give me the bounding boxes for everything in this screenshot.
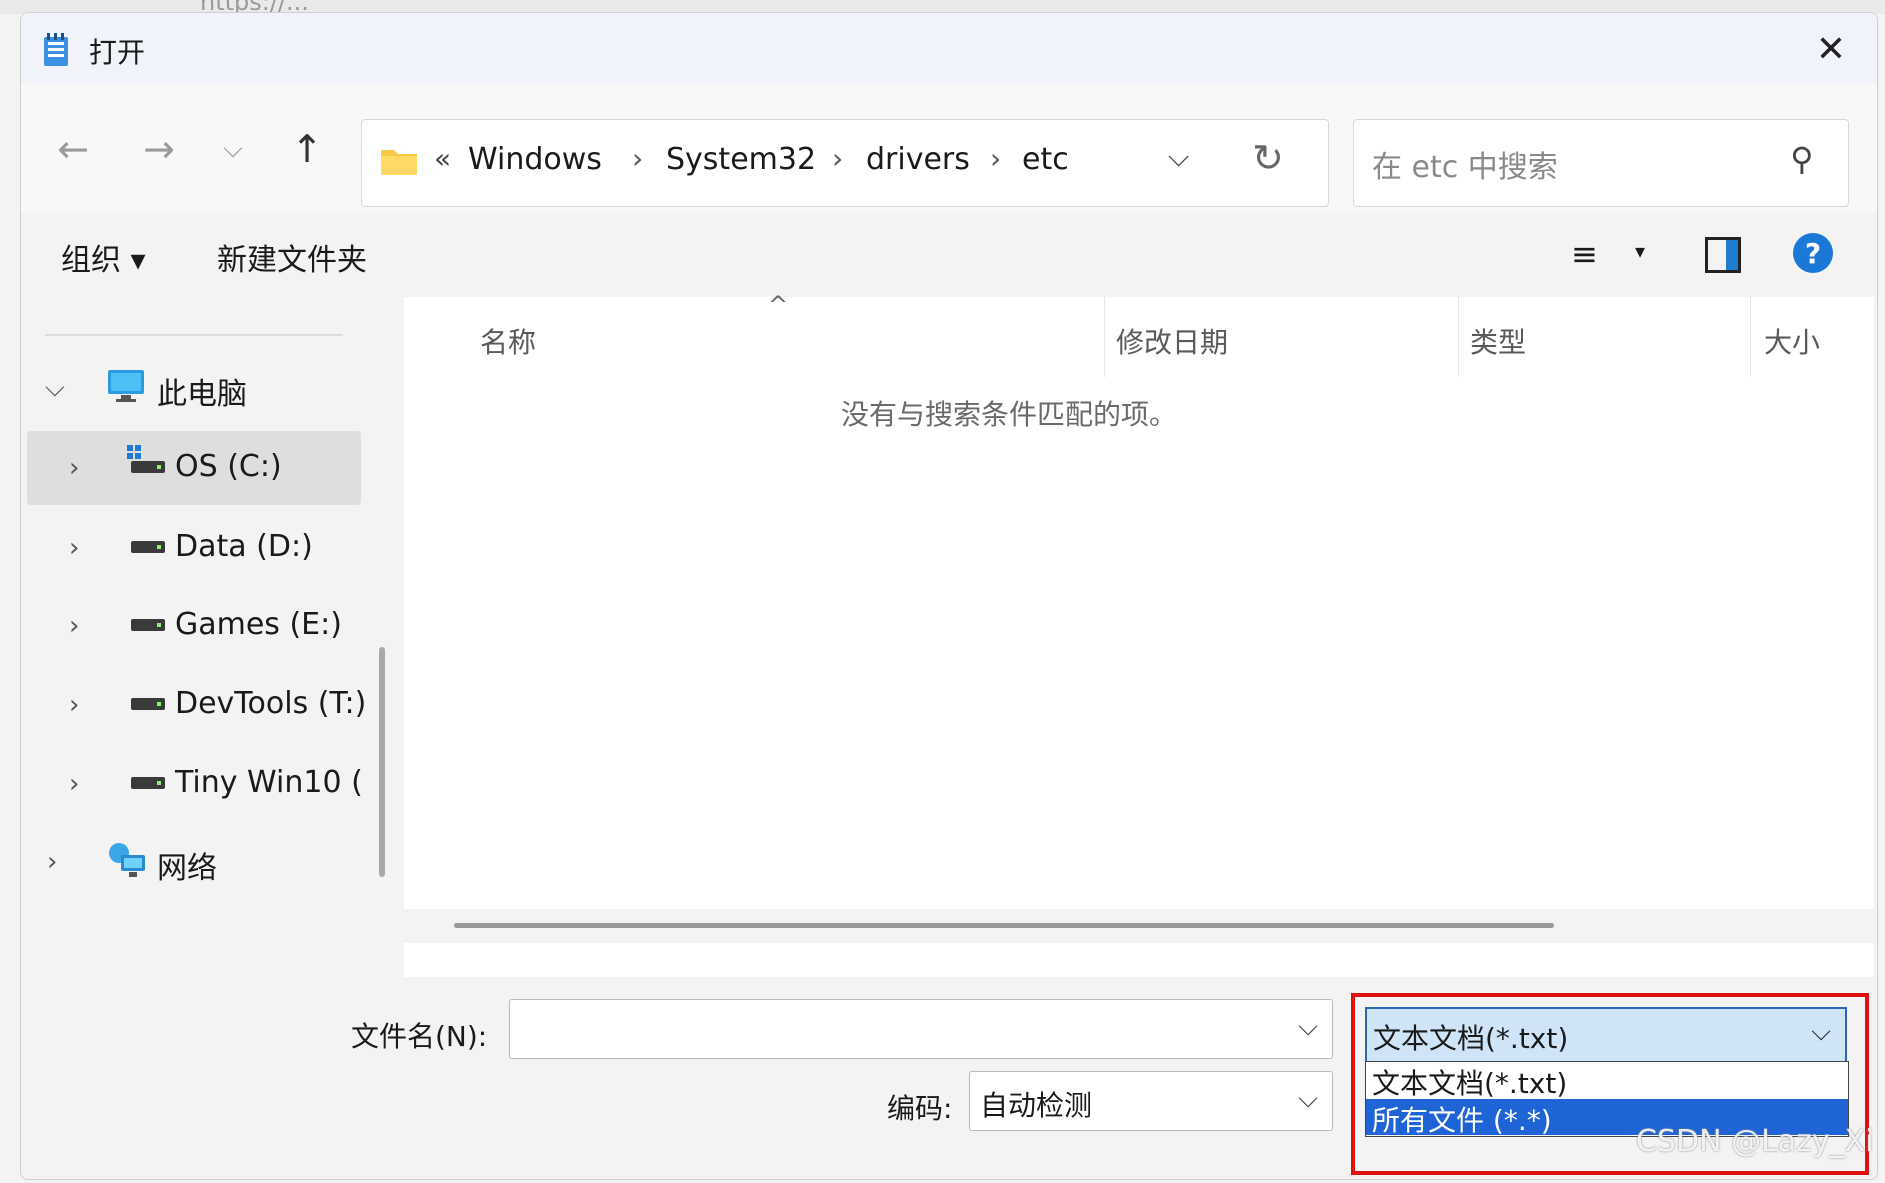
arrow-right-icon: →	[143, 127, 175, 171]
column-divider[interactable]	[1458, 297, 1459, 377]
tree-label-drive: Tiny Win10 (X	[175, 765, 361, 800]
dialog-title: 打开	[89, 36, 146, 69]
chevron-down-icon[interactable]: ⌵	[1298, 1012, 1318, 1043]
filename-label: 文件名(N):	[351, 1020, 488, 1053]
drive-icon	[131, 619, 165, 631]
column-header-name[interactable]: 名称	[480, 321, 536, 361]
column-divider[interactable]	[1750, 297, 1751, 377]
recent-locations-button[interactable]: ⌵	[211, 127, 255, 171]
search-placeholder: 在 etc 中搜索	[1372, 150, 1558, 185]
navigation-pane: ⌵ 此电脑 › OS (C:) › Data (D:) › Games (E:)…	[21, 297, 366, 977]
close-icon: ✕	[1815, 28, 1847, 70]
tree-item-network[interactable]: › 网络	[27, 825, 361, 899]
forward-button[interactable]: →	[137, 127, 181, 171]
dialog-footer: 文件名(N): ⌵ 编码: 自动检测 ⌵ 文本文档(*.txt) ⌵ 文本文档(…	[21, 977, 1877, 1179]
chevron-right-icon[interactable]: ›	[69, 611, 79, 641]
help-button[interactable]: ?	[1793, 233, 1833, 273]
search-icon[interactable]: ⚲	[1790, 140, 1813, 178]
notepad-icon	[44, 33, 68, 66]
tree-item-drive-d[interactable]: › Data (D:)	[27, 511, 361, 585]
file-type-value: 文本文档(*.txt)	[1373, 1022, 1569, 1055]
chevron-down-icon[interactable]: ⌵	[45, 373, 65, 404]
encoding-value: 自动检测	[980, 1089, 1093, 1122]
computer-icon	[108, 370, 144, 402]
search-input[interactable]: 在 etc 中搜索 ⚲	[1353, 119, 1849, 207]
navigation-bar: ← → ⌵ ↑ « Windows › System32 › drivers ›…	[21, 83, 1877, 213]
tree-item-drive-x[interactable]: › Tiny Win10 (X	[27, 747, 361, 821]
column-header-type[interactable]: 类型	[1470, 321, 1526, 361]
column-header-size[interactable]: 大小	[1764, 321, 1820, 361]
address-bar[interactable]: « Windows › System32 › drivers › etc ⌵ ↻	[361, 119, 1329, 207]
encoding-label: 编码:	[887, 1092, 953, 1125]
scrollbar-thumb[interactable]	[454, 923, 1554, 928]
organize-button[interactable]: 组织 ▾	[61, 235, 146, 279]
tree-label-network: 网络	[157, 851, 217, 886]
column-header-date[interactable]: 修改日期	[1116, 321, 1228, 361]
breadcrumb-separator-icon[interactable]: ›	[990, 142, 1001, 175]
tree-label-drive: Data (D:)	[175, 529, 313, 564]
chevron-down-icon[interactable]: ⌵	[1811, 1017, 1831, 1048]
address-dropdown-icon[interactable]: ⌵	[1168, 140, 1189, 174]
close-button[interactable]: ✕	[1801, 25, 1861, 73]
divider	[45, 334, 343, 336]
breadcrumb-drivers[interactable]: drivers	[866, 142, 970, 177]
chevron-right-icon[interactable]: ›	[69, 453, 79, 483]
drive-icon	[131, 461, 165, 473]
file-type-select[interactable]: 文本文档(*.txt) ⌵	[1365, 1007, 1847, 1063]
filename-field[interactable]: ⌵	[509, 999, 1333, 1059]
file-list: ^ 名称 修改日期 类型 大小 没有与搜索条件匹配的项。	[404, 291, 1874, 977]
command-bar: 组织 ▾ 新建文件夹 ≡ ▾ ?	[21, 213, 1877, 297]
help-icon: ?	[1804, 236, 1822, 270]
new-folder-button[interactable]: 新建文件夹	[217, 235, 367, 279]
windows-logo-icon	[127, 445, 141, 459]
drive-icon	[131, 698, 165, 710]
up-button[interactable]: ↑	[285, 127, 329, 171]
chevron-right-icon[interactable]: ›	[47, 847, 57, 877]
breadcrumb-system32[interactable]: System32	[666, 142, 816, 177]
network-icon	[109, 843, 145, 877]
sort-ascending-icon: ^	[768, 291, 789, 319]
view-dropdown-icon[interactable]: ▾	[1635, 239, 1645, 263]
back-button[interactable]: ←	[51, 127, 95, 171]
folder-icon	[381, 150, 417, 175]
tree-label-drive: DevTools (T:)	[175, 686, 367, 721]
watermark-text: CSDN @Lazy_Xi	[1636, 1124, 1874, 1159]
refresh-icon[interactable]: ↻	[1252, 136, 1284, 180]
horizontal-scrollbar[interactable]	[404, 909, 1874, 943]
tree-item-drive-c[interactable]: › OS (C:)	[27, 431, 361, 505]
breadcrumb-etc[interactable]: etc	[1022, 142, 1069, 177]
breadcrumb-windows[interactable]: Windows	[468, 142, 602, 177]
encoding-select[interactable]: 自动检测 ⌵	[969, 1071, 1333, 1131]
chevron-right-icon[interactable]: ›	[69, 769, 79, 799]
drive-icon	[131, 777, 165, 789]
breadcrumb-separator-icon[interactable]: ›	[832, 142, 843, 175]
open-file-dialog: 打开 ✕ ← → ⌵ ↑ « Windows › System32 › driv…	[20, 12, 1878, 1180]
tree-item-this-pc[interactable]: ⌵ 此电脑	[27, 351, 361, 425]
file-type-option-txt[interactable]: 文本文档(*.txt)	[1366, 1062, 1848, 1100]
preview-pane-icon[interactable]	[1705, 237, 1741, 273]
tree-label-this-pc: 此电脑	[157, 377, 247, 412]
arrow-left-icon: ←	[57, 127, 89, 171]
tree-item-drive-e[interactable]: › Games (E:)	[27, 589, 361, 663]
tree-item-drive-t[interactable]: › DevTools (T:)	[27, 668, 366, 742]
title-bar: 打开 ✕	[21, 13, 1877, 83]
tree-label-drive: Games (E:)	[175, 607, 342, 642]
arrow-up-icon: ↑	[291, 127, 323, 171]
chevron-right-icon[interactable]: ›	[69, 690, 79, 720]
navigation-pane-scrollbar[interactable]	[379, 647, 385, 877]
chevron-down-icon[interactable]: ⌵	[1298, 1084, 1318, 1115]
view-options-icon[interactable]: ≡	[1571, 235, 1598, 273]
chevron-down-icon: ⌵	[223, 133, 243, 164]
column-divider[interactable]	[1104, 297, 1105, 377]
drive-icon	[131, 541, 165, 553]
breadcrumb-separator-icon[interactable]: ›	[632, 142, 643, 175]
chevron-right-icon[interactable]: ›	[69, 533, 79, 563]
empty-state-message: 没有与搜索条件匹配的项。	[840, 398, 1177, 431]
breadcrumb-overflow[interactable]: «	[434, 142, 451, 175]
tree-label-drive: OS (C:)	[175, 449, 282, 484]
